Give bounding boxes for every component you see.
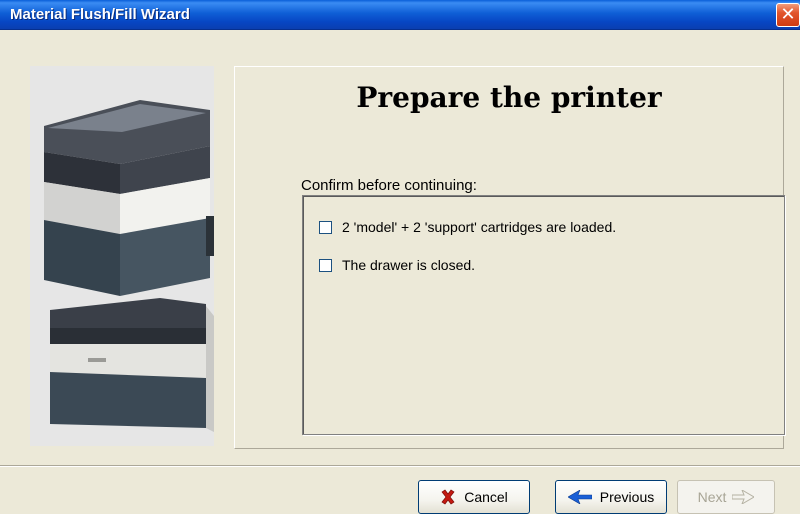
page-title: Prepare the printer <box>356 81 662 114</box>
printer-illustration <box>44 100 214 432</box>
checklist-label: The drawer is closed. <box>342 257 476 273</box>
left-arrow-icon <box>567 490 592 504</box>
next-button[interactable]: Next <box>677 480 775 514</box>
checklist-item-drawer[interactable]: The drawer is closed. <box>319 256 475 274</box>
cancel-button[interactable]: Cancel <box>418 480 530 514</box>
printer-top-image <box>44 100 214 296</box>
confirmation-checklist: 2 'model' + 2 'support' cartridges are l… <box>302 195 785 435</box>
drawer-checkbox[interactable] <box>319 258 332 272</box>
close-icon: ✕ <box>780 4 796 25</box>
footer-separator <box>0 465 800 467</box>
printer-front-image <box>50 298 214 432</box>
wizard-client-area: Prepare the printer Confirm before conti… <box>0 30 800 514</box>
x-icon <box>440 489 456 505</box>
confirm-instructions: Confirm before continuing: <box>301 177 477 194</box>
previous-button[interactable]: Previous <box>555 480 667 514</box>
title-bar[interactable]: Material Flush/Fill Wizard ✕ <box>0 0 800 30</box>
next-label: Next <box>697 489 727 505</box>
checklist-item-cartridges[interactable]: 2 'model' + 2 'support' cartridges are l… <box>319 218 616 236</box>
checklist-label: 2 'model' + 2 'support' cartridges are l… <box>342 219 617 235</box>
right-arrow-icon <box>732 490 755 504</box>
close-button[interactable]: ✕ <box>776 3 800 27</box>
cartridges-checkbox[interactable] <box>319 220 332 234</box>
previous-label: Previous <box>599 489 655 505</box>
window-title: Material Flush/Fill Wizard <box>10 6 190 23</box>
cancel-label: Cancel <box>464 489 508 505</box>
printer-image-panel <box>30 66 214 446</box>
